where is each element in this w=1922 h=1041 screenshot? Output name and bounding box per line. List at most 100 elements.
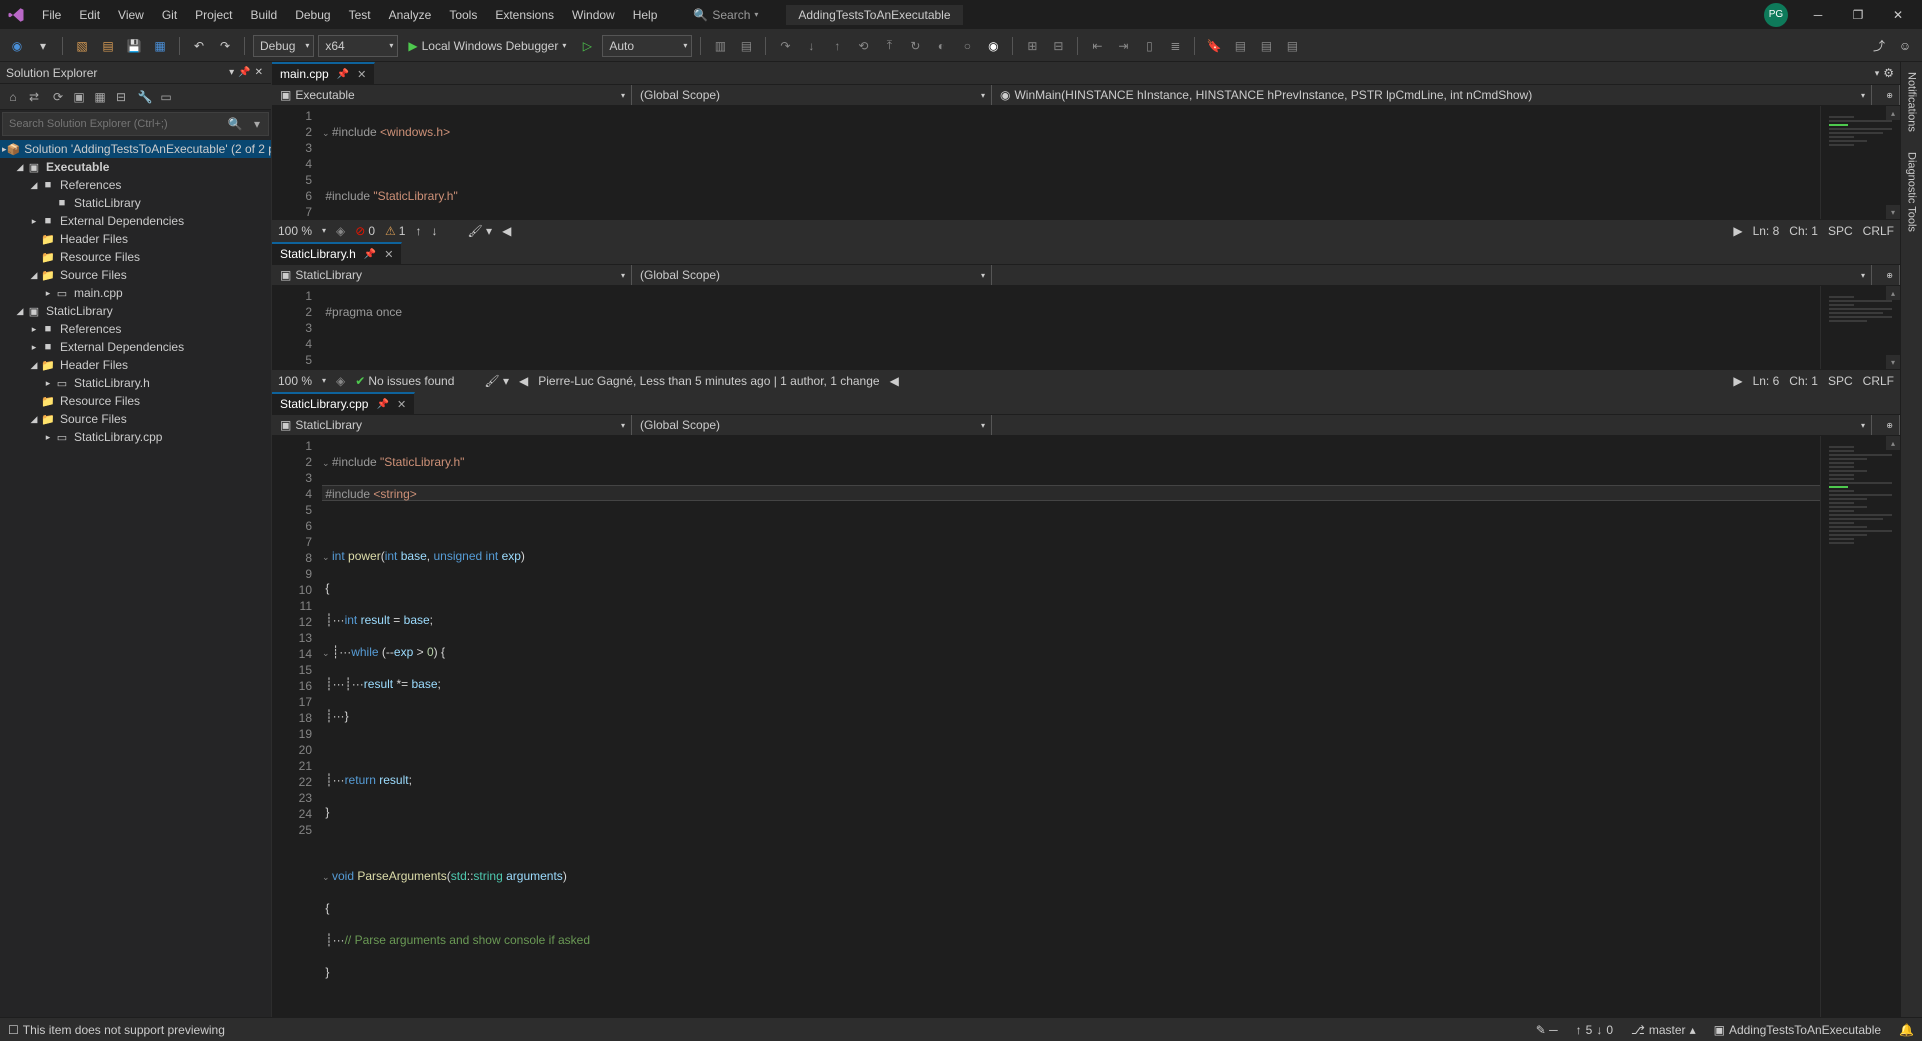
search-dropdown-icon[interactable]: ▾ (246, 113, 268, 135)
forward-button[interactable]: ▾ (32, 35, 54, 57)
menu-debug[interactable]: Debug (287, 4, 338, 26)
toolbar-icon-9[interactable]: ◐ (930, 35, 952, 57)
step-into-icon[interactable]: ↓ (800, 35, 822, 57)
home-icon[interactable]: ⌂ (4, 88, 22, 106)
toolbar-icon-19[interactable]: ▤ (1255, 35, 1277, 57)
nav-next-icon[interactable]: ▶ (1733, 374, 1742, 388)
tree-item[interactable]: 📁Header Files (0, 230, 271, 248)
tree-item[interactable]: 📁Resource Files (0, 392, 271, 410)
nav-scope[interactable]: (Global Scope) (632, 415, 992, 435)
close-icon[interactable]: ✕ (397, 398, 406, 411)
brush-icon[interactable]: 🖌 ▾ (467, 224, 492, 238)
undo-icon[interactable]: ↶ (188, 35, 210, 57)
nav-down-icon[interactable]: ↓ (431, 224, 437, 238)
brush-icon[interactable]: 🖌 ▾ (484, 374, 509, 388)
sync-icon[interactable]: ⟳ (49, 88, 67, 106)
nav-scope[interactable]: (Global Scope) (632, 85, 992, 105)
back-button[interactable]: ◉ (6, 35, 28, 57)
menu-extensions[interactable]: Extensions (487, 4, 562, 26)
save-all-icon[interactable]: ▦ (149, 35, 171, 57)
line-col[interactable]: Ln: 8 (1753, 224, 1780, 238)
git-sync[interactable]: ↑ 5 ↓ 0 (1576, 1023, 1613, 1037)
pin-icon[interactable]: 📌 (364, 249, 376, 260)
split-button[interactable] (1872, 265, 1900, 285)
line-ending[interactable]: CRLF (1863, 374, 1894, 388)
zoom-dropdown-icon[interactable]: ▾ (322, 226, 326, 235)
settings-icon[interactable]: ⚙ (1883, 66, 1894, 80)
menu-window[interactable]: Window (564, 4, 623, 26)
tree-item[interactable]: ◢▣Executable (0, 158, 271, 176)
tree-item[interactable]: ▸📦Solution 'AddingTestsToAnExecutable' (… (0, 140, 271, 158)
notification-bell-icon[interactable]: 🔔 (1899, 1023, 1914, 1037)
toolbar-icon-2[interactable]: ▤ (735, 35, 757, 57)
menu-tools[interactable]: Tools (441, 4, 485, 26)
split-button[interactable] (1872, 85, 1900, 105)
code-editor[interactable]: ⌄#include <windows.h> #include "StaticLi… (322, 106, 1820, 219)
toolbar-icon-16[interactable]: ▯ (1138, 35, 1160, 57)
scroll-down-icon[interactable]: ▾ (1886, 355, 1900, 369)
blame-info[interactable]: Pierre-Luc Gagné, Less than 5 minutes ag… (538, 374, 879, 388)
toolbar-icon-11[interactable]: ◉ (982, 35, 1004, 57)
toolbar-icon-8[interactable]: ↻ (904, 35, 926, 57)
split-button[interactable] (1872, 415, 1900, 435)
tree-item[interactable]: ▸■External Dependencies (0, 212, 271, 230)
git-pending[interactable]: ✎ ─ (1536, 1023, 1558, 1037)
search-box[interactable]: 🔍 Search ▾ (685, 6, 766, 24)
profile-avatar[interactable]: PG (1764, 3, 1788, 27)
toolbar-icon-6[interactable]: ⟲ (852, 35, 874, 57)
nav-class[interactable]: ▣ StaticLibrary (272, 415, 632, 435)
collapse-icon[interactable]: ⊟ (112, 88, 130, 106)
minimap[interactable]: ▴ ▾ (1820, 286, 1900, 369)
line-ending[interactable]: CRLF (1863, 224, 1894, 238)
char-col[interactable]: Ch: 1 (1789, 224, 1818, 238)
warning-count[interactable]: ⚠ 1 (385, 224, 405, 238)
tree-item[interactable]: ▸■References (0, 320, 271, 338)
pin-icon[interactable]: 📌 (337, 69, 349, 80)
nav-next-icon[interactable]: ◀ (890, 374, 899, 388)
tab-staticlibrary-cpp[interactable]: StaticLibrary.cpp 📌 ✕ (272, 392, 415, 414)
properties-icon[interactable]: 🔧 (136, 88, 154, 106)
tree-item[interactable]: ▸▭StaticLibrary.h (0, 374, 271, 392)
nav-method[interactable] (992, 415, 1872, 435)
menu-help[interactable]: Help (625, 4, 666, 26)
start-debug-button[interactable]: ▶ Local Windows Debugger ▾ (402, 39, 572, 53)
search-go-icon[interactable]: 🔍 (224, 113, 246, 135)
indent-mode[interactable]: SPC (1828, 374, 1853, 388)
tab-staticlibrary-h[interactable]: StaticLibrary.h 📌 ✕ (272, 242, 402, 264)
zoom-level[interactable]: 100 % (278, 374, 312, 388)
tree-item[interactable]: ■StaticLibrary (0, 194, 271, 212)
zoom-level[interactable]: 100 % (278, 224, 312, 238)
close-button[interactable]: ✕ (1878, 0, 1918, 30)
tab-main-cpp[interactable]: main.cpp 📌 ✕ (272, 62, 375, 84)
tree-item[interactable]: ▸■External Dependencies (0, 338, 271, 356)
show-all-icon[interactable]: ▦ (91, 88, 109, 106)
nav-scope[interactable]: (Global Scope) (632, 265, 992, 285)
tree-item[interactable]: ▸▭main.cpp (0, 284, 271, 302)
close-icon[interactable]: ✕ (384, 248, 393, 261)
close-icon[interactable]: ✕ (357, 68, 366, 81)
health-icon[interactable]: ◈ (336, 374, 345, 388)
nav-up-icon[interactable]: ↑ (415, 224, 421, 238)
toolbar-icon-7[interactable]: ⤒ (878, 35, 900, 57)
nav-method[interactable] (992, 265, 1872, 285)
toolbar-icon-12[interactable]: ⊞ (1021, 35, 1043, 57)
search-input[interactable] (3, 113, 224, 135)
panel-close-icon[interactable]: ✕ (253, 67, 265, 78)
comment-icon[interactable]: ≣ (1164, 35, 1186, 57)
menu-edit[interactable]: Edit (71, 4, 108, 26)
minimap[interactable]: ▴ ▾ (1820, 436, 1900, 1017)
menu-file[interactable]: File (34, 4, 69, 26)
menu-build[interactable]: Build (243, 4, 286, 26)
new-project-icon[interactable]: ▧ (71, 35, 93, 57)
toolbar-icon-14[interactable]: ⇤ (1086, 35, 1108, 57)
tree-item[interactable]: ◢📁Source Files (0, 410, 271, 428)
pin-icon[interactable]: 📌 (236, 67, 252, 78)
menu-view[interactable]: View (110, 4, 152, 26)
code-editor[interactable]: #pragma once #include <windows.h> int ru… (322, 286, 1820, 369)
tree-item[interactable]: ◢📁Source Files (0, 266, 271, 284)
auto-dropdown[interactable]: Auto (602, 35, 692, 57)
menu-test[interactable]: Test (341, 4, 379, 26)
git-repo[interactable]: ▣ AddingTestsToAnExecutable (1714, 1023, 1881, 1037)
tree-item[interactable]: ◢📁Header Files (0, 356, 271, 374)
filter-icon[interactable]: ▣ (70, 88, 88, 106)
